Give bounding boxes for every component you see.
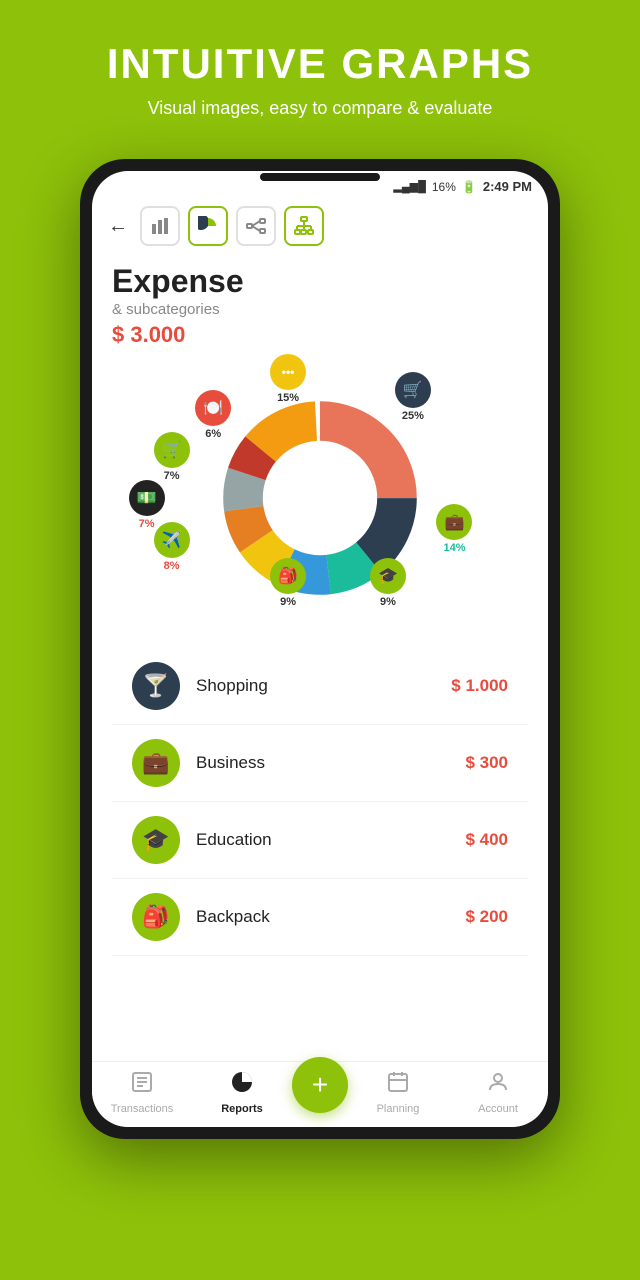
chart-type-selector [140,206,324,246]
chart-labels: 🛒 25% 💼 14% 🎓 9% [112,348,528,648]
education-label: Education [196,830,449,850]
pie-chart-button[interactable] [188,206,228,246]
transactions-label: Transactions [111,1103,174,1115]
list-item: 🍸 Shopping $ 1.000 [112,648,528,725]
phone-frame: ▂▄▆█ 16% 🔋 2:49 PM ← [80,159,560,1139]
planning-icon [386,1070,410,1100]
back-button[interactable]: ← [108,215,128,238]
top-navigation: ← [92,198,548,254]
chart-label-7b: 💵 7% [129,480,165,530]
chart-label-15: ••• 15% [270,354,306,404]
account-label: Account [478,1103,518,1115]
list-item: 🎓 Education $ 400 [112,802,528,879]
transactions-icon [130,1070,154,1100]
reports-icon [230,1070,254,1100]
flow-chart-button[interactable] [236,206,276,246]
bottom-navigation: Transactions Reports + [92,1061,548,1127]
expense-amount: $ 3.000 [112,322,528,348]
battery-icon: 🔋 [462,180,477,194]
donut-chart: 🛒 25% 💼 14% 🎓 9% [112,348,528,648]
expense-subtitle: & subcategories [112,301,528,318]
add-icon: + [312,1071,328,1099]
nav-reports[interactable]: Reports [192,1070,292,1115]
main-title: INTUITIVE GRAPHS [20,40,620,88]
nav-transactions[interactable]: Transactions [92,1070,192,1115]
bar-chart-button[interactable] [140,206,180,246]
chart-label-9r: 🎓 9% [370,558,406,608]
chart-label-14: 💼 14% [436,504,472,554]
education-icon: 🎓 [132,816,180,864]
expense-list: 🍸 Shopping $ 1.000 💼 Business $ 300 🎓 Ed… [112,648,528,1061]
add-button[interactable]: + [292,1057,348,1113]
status-bar: ▂▄▆█ 16% 🔋 2:49 PM [92,171,548,198]
account-icon [486,1070,510,1100]
planning-label: Planning [377,1103,420,1115]
chart-label-25: 🛒 25% [395,372,431,422]
nav-account[interactable]: Account [448,1070,548,1115]
chart-label-7a: 🛒 7% [154,432,190,482]
business-icon: 💼 [132,739,180,787]
signal-icon: ▂▄▆█ [393,180,426,193]
tree-chart-button[interactable] [284,206,324,246]
nav-planning[interactable]: Planning [348,1070,448,1115]
backpack-icon: 🎒 [132,893,180,941]
expense-title: Expense [112,264,528,299]
backpack-amount: $ 200 [465,907,508,927]
list-item: 💼 Business $ 300 [112,725,528,802]
backpack-label: Backpack [196,907,449,927]
shopping-amount: $ 1.000 [451,676,508,696]
education-amount: $ 400 [465,830,508,850]
top-section: INTUITIVE GRAPHS Visual images, easy to … [0,0,640,139]
chart-label-9c: 🎒 9% [270,558,306,608]
shopping-label: Shopping [196,676,435,696]
battery-percent: 16% [432,180,456,194]
content-area: Expense & subcategories $ 3.000 [92,254,548,1061]
list-item: 🎒 Backpack $ 200 [112,879,528,956]
reports-label: Reports [221,1103,263,1115]
shopping-icon: 🍸 [132,662,180,710]
clock: 2:49 PM [483,179,532,194]
subtitle: Visual images, easy to compare & evaluat… [20,98,620,119]
chart-label-6: 🍽️ 6% [195,390,231,440]
business-label: Business [196,753,449,773]
business-amount: $ 300 [465,753,508,773]
